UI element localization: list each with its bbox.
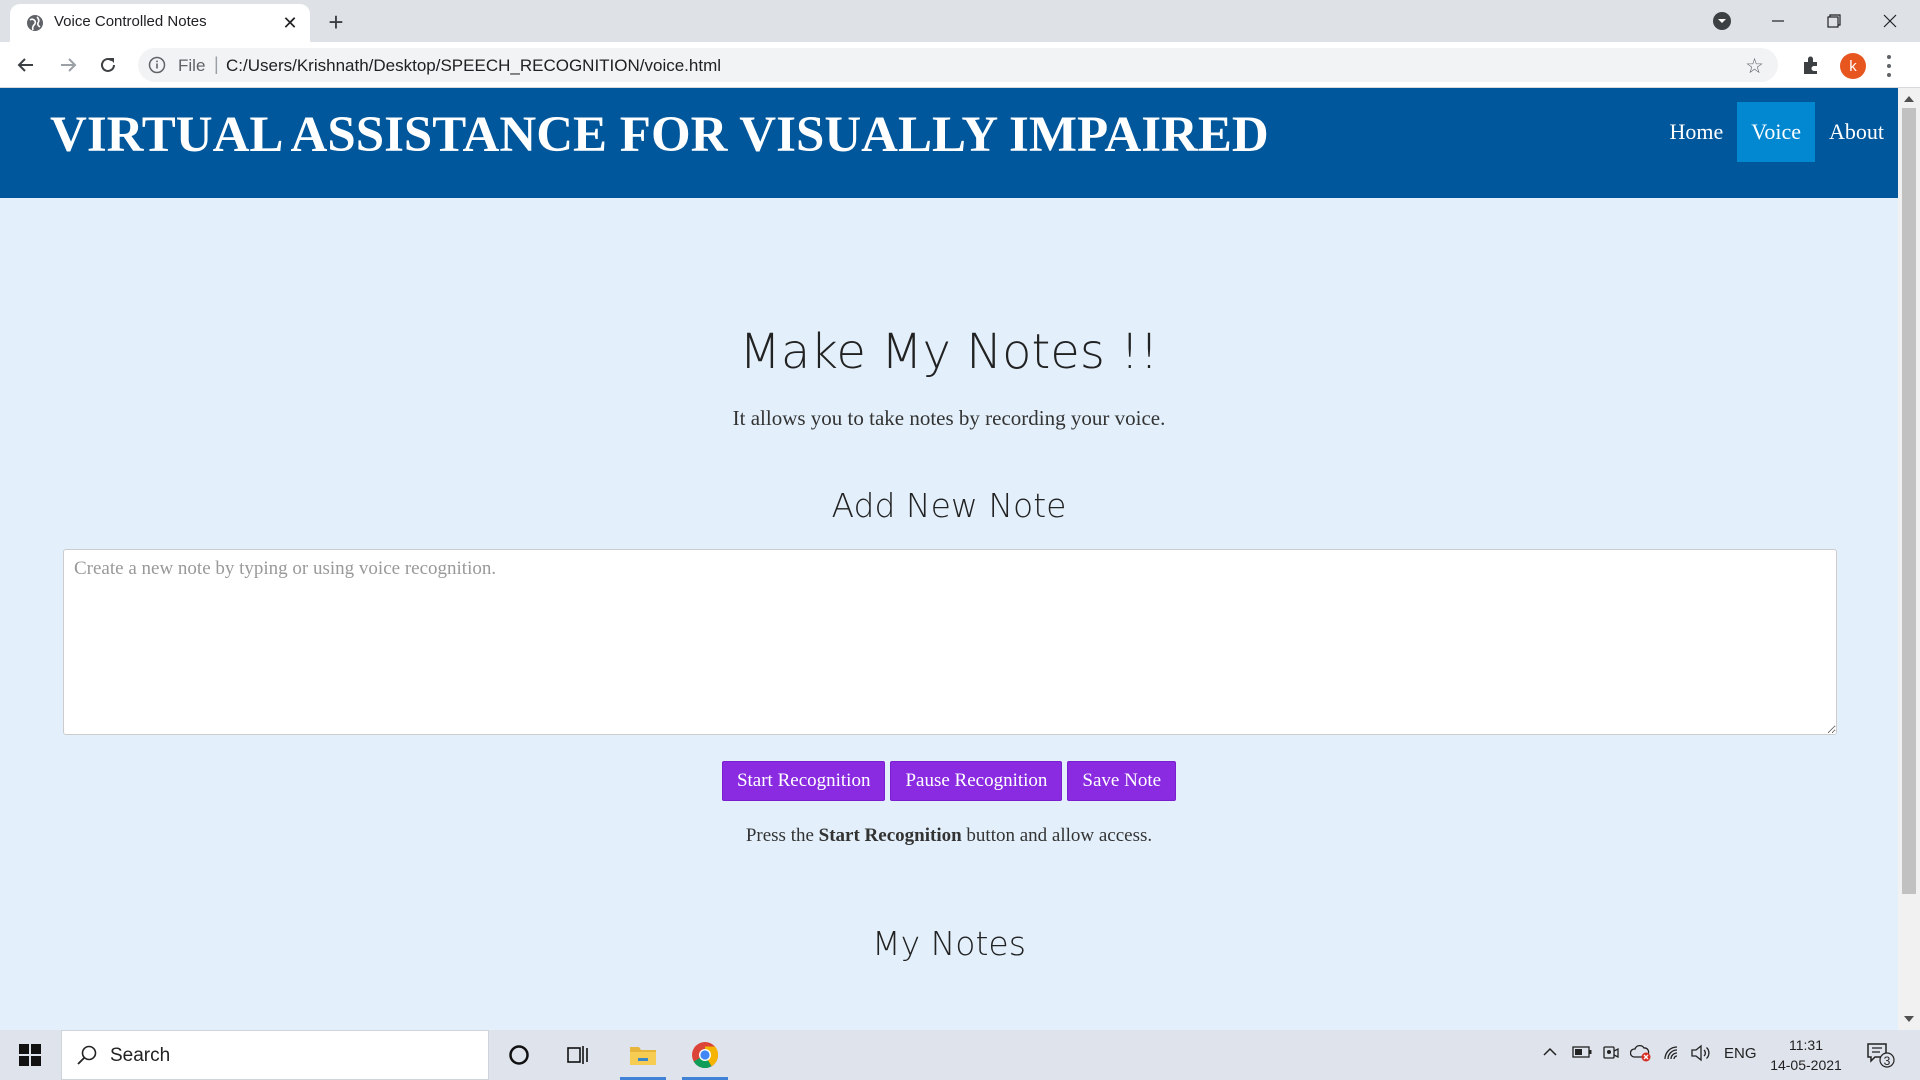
onedrive-error-icon[interactable] <box>1629 1044 1652 1066</box>
windows-taskbar: Search ENG 11:31 14-05-2021 3 <box>0 1030 1920 1080</box>
volume-icon[interactable] <box>1690 1044 1712 1066</box>
pause-recognition-button[interactable]: Pause Recognition <box>890 761 1063 801</box>
page-scrollbar[interactable] <box>1898 88 1920 1030</box>
notification-count: 3 <box>1883 1054 1891 1068</box>
close-tab-icon[interactable]: ✕ <box>278 11 302 35</box>
scroll-down-arrow-icon[interactable] <box>1904 1016 1914 1022</box>
add-note-heading: Add New Note <box>831 486 1067 525</box>
file-explorer-icon[interactable] <box>616 1030 670 1080</box>
tab-search-icon[interactable] <box>1702 4 1742 38</box>
site-title: VIRTUAL ASSISTANCE FOR VISUALLY IMPAIRED <box>50 107 1269 163</box>
taskbar-search-label: Search <box>110 1045 171 1066</box>
task-view-icon[interactable] <box>552 1030 606 1080</box>
site-nav: Home Voice About <box>1656 102 1898 162</box>
page-title: Make My Notes !! <box>739 324 1159 380</box>
action-center-icon[interactable]: 3 <box>1866 1042 1896 1073</box>
cortana-icon[interactable] <box>492 1030 546 1080</box>
windows-start-icon[interactable] <box>8 1038 52 1072</box>
url-separator: | <box>214 54 219 74</box>
close-window-icon[interactable] <box>1870 4 1910 38</box>
meet-now-icon[interactable] <box>1602 1044 1620 1066</box>
search-icon <box>77 1045 97 1065</box>
url-scheme-label: File <box>178 56 206 75</box>
taskbar-search-box[interactable]: Search <box>61 1030 489 1080</box>
clock-date: 14-05-2021 <box>1770 1057 1842 1073</box>
wifi-icon[interactable] <box>1662 1044 1682 1066</box>
reload-icon[interactable] <box>92 49 124 81</box>
chrome-icon[interactable] <box>678 1030 732 1080</box>
instructions-suffix: button and allow access. <box>961 825 1153 846</box>
scroll-up-arrow-icon[interactable] <box>1904 96 1914 102</box>
web-page: VIRTUAL ASSISTANCE FOR VISUALLY IMPAIRED… <box>0 88 1898 1030</box>
clock-time: 11:31 <box>1789 1037 1823 1053</box>
browser-tab-strip: Voice Controlled Notes ✕ + <box>0 0 1920 42</box>
back-icon[interactable] <box>10 49 42 81</box>
bookmark-star-icon[interactable]: ☆ <box>1745 54 1764 79</box>
new-tab-icon[interactable]: + <box>322 7 350 37</box>
address-bar[interactable]: File | C:/Users/Krishnath/Desktop/SPEECH… <box>138 48 1778 82</box>
note-textarea[interactable] <box>63 549 1837 735</box>
profile-avatar[interactable]: k <box>1840 53 1866 79</box>
instructions-prefix: Press the <box>745 825 819 846</box>
browser-menu-icon[interactable] <box>1882 52 1896 80</box>
forward-icon[interactable] <box>52 49 84 81</box>
extensions-icon[interactable] <box>1800 54 1822 76</box>
page-subtitle: It allows you to take notes by recording… <box>732 406 1166 430</box>
battery-icon[interactable] <box>1572 1045 1592 1063</box>
recognition-controls: Start Recognition Pause Recognition Save… <box>0 761 1898 801</box>
restore-icon[interactable] <box>1814 4 1854 38</box>
taskbar-clock[interactable]: 11:31 14-05-2021 <box>1766 1035 1846 1075</box>
minimize-icon[interactable] <box>1758 4 1798 38</box>
start-recognition-button[interactable]: Start Recognition <box>721 761 886 801</box>
save-note-button[interactable]: Save Note <box>1067 761 1177 801</box>
nav-voice-link[interactable]: Voice <box>1737 102 1815 162</box>
browser-tab[interactable]: Voice Controlled Notes ✕ <box>10 4 310 42</box>
tab-title: Voice Controlled Notes <box>54 13 207 30</box>
instructions-bold: Start Recognition <box>818 825 962 846</box>
site-header: VIRTUAL ASSISTANCE FOR VISUALLY IMPAIRED… <box>0 88 1898 198</box>
recording-instructions: Press the Start Recognition button and a… <box>0 825 1898 847</box>
language-indicator[interactable]: ENG <box>1724 1045 1757 1062</box>
nav-about-link[interactable]: About <box>1815 102 1898 162</box>
browser-toolbar: File | C:/Users/Krishnath/Desktop/SPEECH… <box>0 42 1920 88</box>
show-hidden-icons-icon[interactable] <box>1542 1044 1558 1064</box>
nav-home-link[interactable]: Home <box>1656 102 1738 162</box>
url-text[interactable]: C:/Users/Krishnath/Desktop/SPEECH_RECOGN… <box>226 56 721 76</box>
globe-icon <box>27 15 43 31</box>
my-notes-heading: My Notes <box>872 924 1026 963</box>
info-icon[interactable] <box>148 56 166 74</box>
scroll-thumb[interactable] <box>1902 108 1916 894</box>
